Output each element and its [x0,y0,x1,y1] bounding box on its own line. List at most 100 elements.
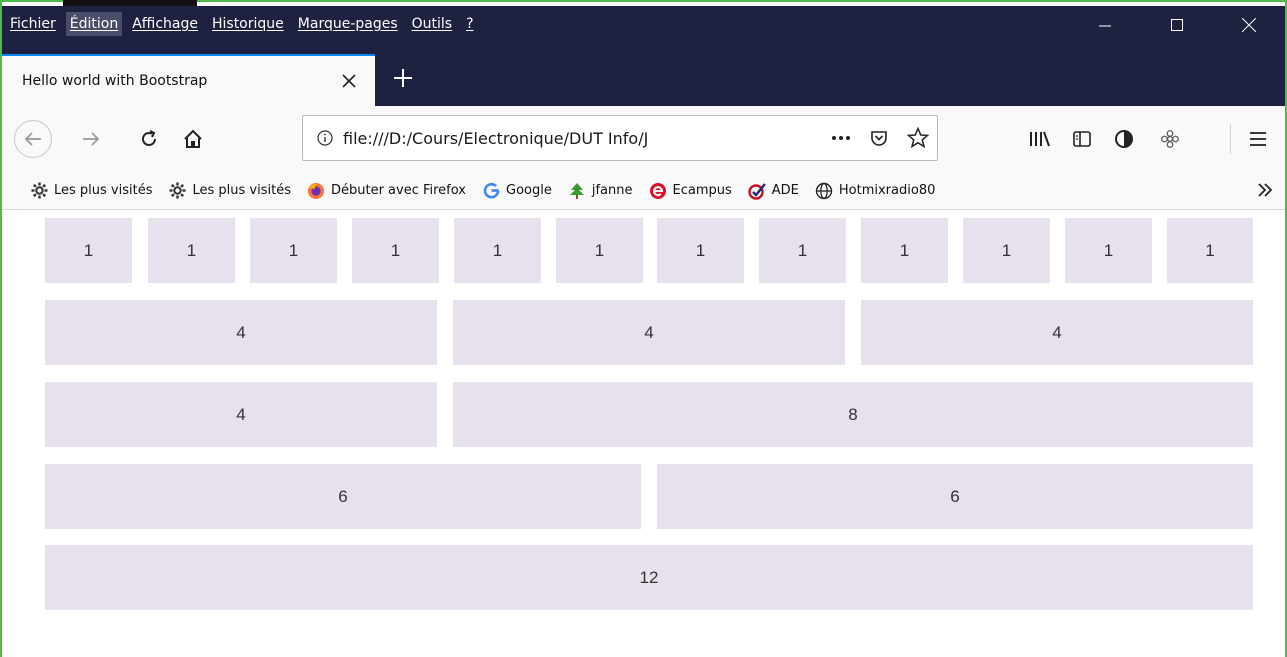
bookmark-label: Google [506,183,552,198]
firefox-icon [307,182,325,200]
grid-row-5: 12 [45,545,1253,610]
plus-icon [394,69,412,87]
bookmark-hotmixradio80[interactable]: Hotmixradio80 [815,182,935,200]
tab-active[interactable]: Hello world with Bootstrap [2,54,375,106]
maximize-icon [1171,19,1183,31]
menu-historique[interactable]: Historique [208,12,288,36]
close-icon [1242,18,1256,32]
grid-col-1: 1 [352,218,439,283]
page-actions-icon[interactable] [831,135,851,141]
home-button[interactable] [174,120,212,158]
new-tab-button[interactable] [385,60,421,96]
toolbar-separator [1230,124,1231,154]
bookmark-les-plus-visites-1[interactable]: Les plus visités [30,182,152,200]
library-button[interactable] [1022,120,1058,158]
grid-col-1: 1 [454,218,541,283]
grid-col-4: 4 [45,300,437,365]
bookmark-les-plus-visites-2[interactable]: Les plus visités [168,182,291,200]
grid-col-1: 1 [1065,218,1152,283]
tree-icon [568,182,586,200]
bookmark-label: Hotmixradio80 [838,183,936,198]
chevron-double-right-icon [1258,183,1273,197]
grid-col-1: 1 [556,218,643,283]
menu-aide[interactable]: ? [462,12,477,36]
grid-row-1: 1 1 1 1 1 1 1 1 1 1 1 1 [45,218,1253,283]
library-icon [1030,131,1050,147]
arrow-right-icon [83,132,100,146]
bookmarks-overflow-button[interactable] [1257,181,1273,202]
grid-col-6: 6 [45,464,641,529]
bookmark-ade[interactable]: ADE [748,182,799,200]
grid-col-1: 1 [657,218,744,283]
minimize-button[interactable] [1069,6,1141,44]
ade-icon [748,182,766,200]
gear-icon [168,182,186,200]
menu-bar: Fichier Édition Affichage Historique Mar… [2,6,1285,44]
grid-col-6: 6 [657,464,1253,529]
privacy-button[interactable] [1106,120,1142,158]
sidebar-button[interactable] [1064,120,1100,158]
arrow-left-icon [24,132,41,146]
grid-col-1: 1 [45,218,132,283]
ecampus-icon [649,182,667,200]
bookmark-label: ADE [771,183,799,198]
bookmark-ecampus[interactable]: Ecampus [649,182,732,200]
grid-col-4: 4 [453,300,845,365]
menu-affichage[interactable]: Affichage [128,12,202,36]
grid-col-1: 1 [759,218,846,283]
back-button[interactable] [14,120,52,158]
reload-icon [142,130,156,146]
google-icon [482,182,500,200]
pocket-icon[interactable] [869,128,889,148]
bookmark-label: Les plus visités [54,183,153,198]
minimize-icon [1099,25,1111,27]
menu-outils[interactable]: Outils [408,12,456,36]
bookmark-label: Débuter avec Firefox [330,183,467,198]
tab-title: Hello world with Bootstrap [22,73,208,89]
grid-row-4: 6 6 [45,464,1253,529]
menu-marque-pages[interactable]: Marque-pages [294,12,402,36]
hamburger-icon [1250,132,1266,146]
bookmark-jfanne[interactable]: jfanne [568,182,633,200]
close-window-button[interactable] [1213,6,1285,44]
menu-fichier[interactable]: Fichier [6,12,60,36]
reload-button[interactable] [130,120,168,158]
extension-button[interactable] [1152,120,1188,158]
menu-edition[interactable]: Édition [65,12,123,36]
menu-list: Fichier Édition Affichage Historique Mar… [2,12,484,36]
url-bar[interactable]: file:///D:/Cours/Electronique/DUT Info/J [302,115,938,161]
bookmark-star-icon[interactable] [907,127,929,149]
globe-icon [815,182,833,200]
info-icon[interactable] [317,130,333,146]
grid-col-1: 1 [861,218,948,283]
grid-col-1: 1 [963,218,1050,283]
bookmark-debuter-firefox[interactable]: Débuter avec Firefox [307,182,466,200]
grid-col-1: 1 [148,218,235,283]
nav-bar: file:///D:/Cours/Electronique/DUT Info/J [2,106,1285,172]
close-icon [342,74,356,88]
tab-close-button[interactable] [331,63,367,99]
contrast-icon [1115,130,1133,148]
flower-icon [1161,130,1179,148]
bookmark-google[interactable]: Google [482,182,552,200]
grid-col-4: 4 [861,300,1253,365]
bookmarks-bar: Les plus visités Les plus visités Débute… [2,172,1285,210]
bookmark-label: jfanne [591,183,633,198]
grid-col-1: 1 [1167,218,1253,283]
home-icon [184,129,202,148]
bookmark-label: Ecampus [672,183,732,198]
forward-button[interactable] [72,120,110,158]
url-text[interactable]: file:///D:/Cours/Electronique/DUT Info/J [343,129,738,148]
grid-col-4: 4 [45,382,437,447]
maximize-button[interactable] [1141,6,1213,44]
grid-row-3: 4 8 [45,382,1253,447]
gear-icon [30,182,48,200]
bookmark-label: Les plus visités [192,183,291,198]
url-actions [831,116,929,160]
sidebar-icon [1073,131,1091,147]
grid-row-2: 4 4 4 [45,300,1253,365]
grid-col-12: 12 [45,545,1253,610]
menu-button[interactable] [1240,120,1276,158]
grid-col-1: 1 [250,218,337,283]
grid-col-8: 8 [453,382,1253,447]
